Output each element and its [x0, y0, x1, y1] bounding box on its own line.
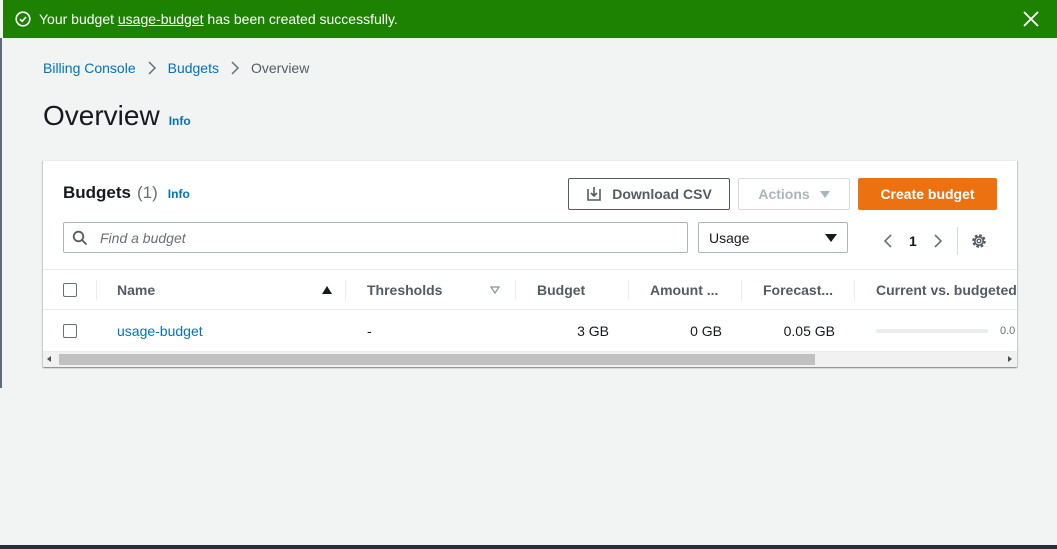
current-vs-budgeted-progress-bar: [876, 328, 988, 333]
amount-value: 0 GB: [690, 322, 722, 339]
column-forecast-label: Forecast...: [763, 281, 834, 298]
select-all-checkbox[interactable]: [63, 282, 77, 297]
download-csv-label: Download CSV: [612, 186, 712, 202]
scrollbar-thumb[interactable]: [59, 354, 815, 365]
column-budget-label: Budget: [537, 281, 586, 298]
chevron-right-icon: [231, 61, 240, 75]
bottom-bar: [0, 545, 1057, 549]
flash-message: Your budget usage-budget has been create…: [39, 11, 398, 27]
page-title: Overview: [43, 100, 160, 131]
pagination: 1: [881, 227, 988, 255]
caret-down-icon: [819, 190, 830, 198]
column-amount-label: Amount ...: [650, 281, 719, 298]
budgets-info-link[interactable]: Info: [168, 187, 190, 201]
success-check-icon: [15, 11, 31, 27]
scroll-left-arrow-icon[interactable]: [47, 356, 51, 362]
gear-icon[interactable]: [970, 232, 988, 250]
current-vs-budgeted-percent: 0.0: [1000, 324, 1016, 337]
flash-message-suffix: has been created successfully.: [203, 11, 398, 27]
column-header-amount[interactable]: Amount ...: [629, 270, 742, 309]
budget-value: 3 GB: [577, 322, 609, 339]
create-budget-label: Create budget: [880, 186, 975, 202]
left-edge: [0, 38, 2, 388]
budgets-count: (1): [137, 183, 158, 202]
column-current-vs-budgeted-label: Current vs. budgeted: [876, 281, 1017, 298]
column-header-thresholds[interactable]: Thresholds: [346, 270, 516, 309]
budget-type-select[interactable]: Usage: [698, 222, 848, 253]
row-checkbox[interactable]: [63, 323, 77, 338]
page-number[interactable]: 1: [909, 233, 917, 249]
page-header: Overview Info: [43, 100, 191, 132]
sort-icon: [490, 285, 500, 294]
row-select-cell: [63, 310, 97, 351]
cell-amount: 0 GB: [629, 310, 722, 351]
create-budget-button[interactable]: Create budget: [858, 178, 997, 210]
sort-ascending-icon: [322, 285, 332, 294]
chevron-right-icon: [148, 61, 156, 75]
cell-budget: 3 GB: [516, 310, 609, 351]
flash-message-prefix: Your budget: [39, 11, 118, 27]
table-header-row: Name Thresholds Budget Amount ... Foreca…: [43, 269, 1017, 310]
horizontal-scrollbar[interactable]: [43, 352, 1017, 367]
download-icon: [587, 187, 602, 201]
breadcrumb: Billing Console Budgets Overview: [43, 60, 309, 76]
search-input[interactable]: [98, 228, 658, 247]
cell-forecast: 0.05 GB: [742, 310, 835, 351]
column-header-current-vs-budgeted[interactable]: Current vs. budgeted: [855, 270, 1017, 309]
breadcrumb-budgets[interactable]: Budgets: [168, 60, 219, 76]
success-flash: Your budget usage-budget has been create…: [3, 0, 1057, 38]
chevron-right-icon[interactable]: [931, 231, 945, 251]
table-row: usage-budget - 3 GB 0 GB 0.05 GB 0.0: [43, 310, 1017, 352]
budgets-title: Budgets: [63, 183, 131, 202]
column-name-label: Name: [117, 281, 156, 298]
download-csv-button[interactable]: Download CSV: [568, 178, 730, 210]
close-icon[interactable]: [1021, 9, 1041, 29]
actions-label: Actions: [758, 186, 810, 202]
column-thresholds-label: Thresholds: [367, 281, 443, 298]
scroll-right-arrow-icon[interactable]: [1008, 356, 1012, 362]
cell-thresholds: -: [346, 310, 516, 351]
budget-name-link[interactable]: usage-budget: [117, 323, 203, 339]
column-header-name[interactable]: Name: [97, 270, 346, 309]
cell-current-vs-budgeted: 0.0: [855, 310, 1017, 351]
column-header-forecast[interactable]: Forecast...: [742, 270, 855, 309]
pager-divider: [956, 227, 958, 255]
search-icon: [72, 230, 88, 245]
select-all-cell: [63, 270, 97, 309]
page-info-link[interactable]: Info: [169, 114, 191, 128]
budget-type-value: Usage: [709, 229, 750, 246]
breadcrumb-billing-console[interactable]: Billing Console: [43, 60, 136, 76]
column-header-budget[interactable]: Budget: [516, 270, 629, 309]
actions-dropdown-button[interactable]: Actions: [738, 178, 850, 210]
search-field[interactable]: [63, 222, 688, 253]
cell-name: usage-budget: [97, 310, 346, 351]
flash-budget-link[interactable]: usage-budget: [118, 11, 204, 27]
caret-down-icon: [825, 233, 837, 242]
budgets-table: Name Thresholds Budget Amount ... Foreca…: [43, 269, 1017, 352]
breadcrumb-current: Overview: [250, 60, 310, 76]
thresholds-value: -: [367, 322, 372, 339]
chevron-left-icon[interactable]: [881, 231, 895, 251]
budgets-table-container: Budgets (1) Info Download CSV Actions Cr…: [43, 160, 1017, 367]
budgets-header: Budgets (1) Info: [63, 183, 190, 203]
forecast-value: 0.05 GB: [783, 322, 835, 339]
